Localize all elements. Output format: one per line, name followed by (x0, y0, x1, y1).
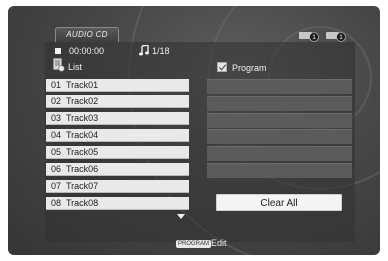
track-number: 04 (51, 130, 62, 140)
track-name: Track07 (66, 181, 99, 191)
speaker-icon: 1 (326, 32, 346, 42)
program-slot[interactable] (207, 96, 352, 111)
speaker-icon: 1 (299, 32, 319, 42)
program-slot[interactable] (207, 79, 352, 94)
track-name: Track03 (66, 113, 99, 123)
track-item[interactable]: 06 Track06 (46, 163, 189, 176)
program-slot[interactable] (207, 146, 352, 161)
track-name: Track02 (66, 96, 99, 106)
program-checkbox[interactable] (217, 62, 227, 72)
track-number: 01 (51, 80, 62, 90)
check-icon (218, 64, 227, 71)
audio-cd-tab[interactable]: AUDIO CD (55, 27, 119, 42)
stop-icon (55, 48, 61, 54)
track-number: 07 (51, 181, 62, 191)
elapsed-time: 00:00:00 (69, 46, 105, 56)
track-item[interactable]: 03 Track03 (46, 112, 189, 125)
scroll-down-arrow-icon[interactable] (177, 214, 185, 219)
track-item[interactable]: 05 Track05 (46, 146, 189, 159)
list-icon (53, 58, 65, 72)
track-name: Track08 (66, 198, 99, 208)
list-title: List (68, 62, 83, 72)
music-note-icon (139, 45, 149, 56)
edit-label: Edit (211, 238, 227, 248)
track-name: Track05 (66, 147, 99, 157)
track-item[interactable]: 08 Track08 (46, 197, 189, 210)
track-number: 08 (51, 198, 62, 208)
track-number: 05 (51, 147, 62, 157)
track-number: 02 (51, 96, 62, 106)
track-number: 06 (51, 164, 62, 174)
clear-all-button[interactable]: Clear All (216, 194, 342, 211)
track-name: Track01 (66, 80, 99, 90)
track-name: Track06 (66, 164, 99, 174)
track-number: 03 (51, 113, 62, 123)
program-slot[interactable] (207, 163, 352, 178)
track-item[interactable]: 07 Track07 (46, 180, 189, 193)
track-item[interactable]: 02 Track02 (46, 95, 189, 108)
program-slot[interactable] (207, 113, 352, 128)
program-button-badge: PROGRAM (176, 240, 212, 248)
track-item[interactable]: 04 Track04 (46, 129, 189, 142)
track-counter: 1/18 (152, 46, 170, 56)
program-slot[interactable] (207, 129, 352, 144)
track-name: Track04 (66, 130, 99, 140)
program-title: Program (232, 63, 267, 73)
track-item[interactable]: 01 Track01 (46, 79, 189, 92)
